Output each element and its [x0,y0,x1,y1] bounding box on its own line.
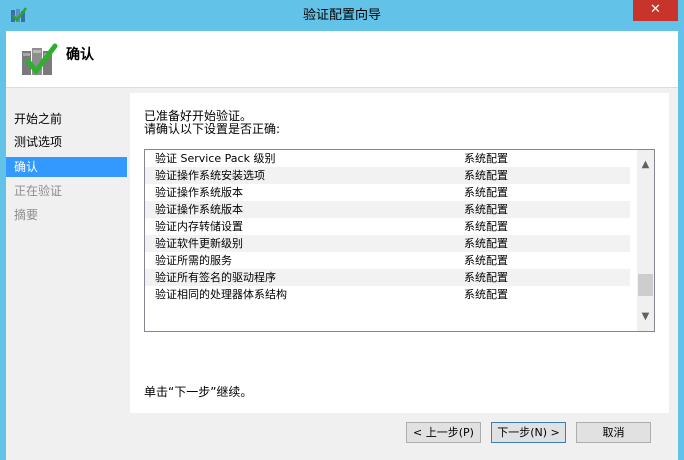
scroll-up-arrow-icon[interactable]: ▲ [637,156,654,173]
list-item[interactable]: 验证相同的处理器体系结构 系统配置 [145,286,630,303]
test-name: 验证软件更新级别 [155,237,243,250]
test-category: 系统配置 [464,254,508,267]
scroll-down-arrow-icon[interactable]: ▼ [637,308,654,325]
intro-prompt: 请确认以下设置是否正确: [144,122,281,136]
title-bar[interactable]: 验证配置向导 ✕ [0,0,684,31]
wizard-window: 验证配置向导 ✕ 确认 开始之前 测试选项 确认 正在验证 摘要 已准备好开始验… [0,0,684,460]
previous-button[interactable]: < 上一步(P) [406,422,481,443]
test-category: 系统配置 [464,271,508,284]
test-category: 系统配置 [464,220,508,233]
test-category: 系统配置 [464,288,508,301]
cluster-validate-icon [22,43,58,76]
test-name: 验证操作系统版本 [155,186,243,199]
list-item[interactable]: 验证所有签名的驱动程序 系统配置 [145,269,630,286]
list-item[interactable]: 验证所需的服务 系统配置 [145,252,630,269]
next-button[interactable]: 下一步(N) > [491,422,566,443]
scroll-thumb[interactable] [638,274,653,296]
wizard-body: 确认 开始之前 测试选项 确认 正在验证 摘要 已准备好开始验证。 请确认以下设… [6,31,678,460]
wizard-steps: 开始之前 测试选项 确认 正在验证 摘要 [6,91,128,460]
cancel-button[interactable]: 取消 [576,422,651,443]
page-header: 确认 [6,31,678,88]
close-icon: ✕ [650,2,661,17]
step-validating: 正在验证 [14,184,63,198]
step-testing-options[interactable]: 测试选项 [6,132,127,152]
step-before-you-begin[interactable]: 开始之前 [6,109,127,129]
test-list[interactable]: 验证 Service Pack 级别 系统配置 验证操作系统安装选项 系统配置 … [144,149,655,332]
test-category: 系统配置 [464,237,508,250]
list-item[interactable]: 验证 Service Pack 级别 系统配置 [145,150,630,167]
list-item[interactable]: 验证操作系统安装选项 系统配置 [145,167,630,184]
step-summary: 摘要 [14,208,39,222]
test-name: 验证所需的服务 [155,254,232,267]
vertical-scrollbar[interactable]: ▲ ▼ [637,150,654,331]
page-title: 确认 [66,47,94,63]
content-panel: 已准备好开始验证。 请确认以下设置是否正确: 验证 Service Pack 级… [130,93,669,413]
test-category: 系统配置 [464,169,508,182]
window-title: 验证配置向导 [302,8,381,23]
test-name: 验证所有签名的驱动程序 [155,271,276,284]
step-confirmation[interactable]: 确认 [6,157,127,177]
close-button[interactable]: ✕ [633,0,678,21]
test-name: 验证相同的处理器体系结构 [155,288,287,301]
list-item[interactable]: 验证软件更新级别 系统配置 [145,235,630,252]
test-category: 系统配置 [464,186,508,199]
continue-hint: 单击“下一步”继续。 [144,385,253,399]
test-name: 验证操作系统版本 [155,203,243,216]
test-category: 系统配置 [464,152,508,165]
list-item[interactable]: 验证内存转储设置 系统配置 [145,218,630,235]
test-name: 验证操作系统安装选项 [155,169,265,182]
button-bar: < 上一步(P) 下一步(N) > 取消 [130,413,678,460]
list-item[interactable]: 验证操作系统版本 系统配置 [145,184,630,201]
list-item[interactable]: 验证操作系统版本 系统配置 [145,201,630,218]
test-name: 验证 Service Pack 级别 [155,152,276,165]
test-category: 系统配置 [464,203,508,216]
test-name: 验证内存转储设置 [155,220,243,233]
